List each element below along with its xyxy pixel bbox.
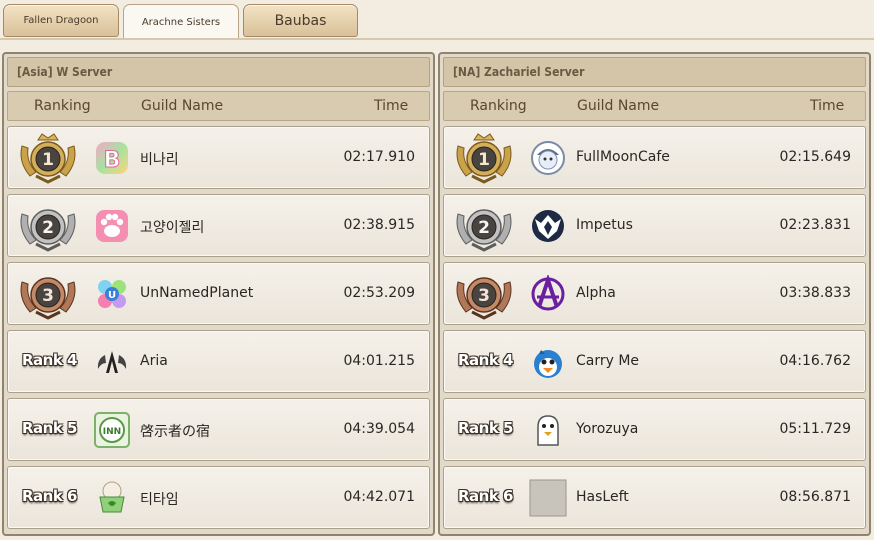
- clear-time: 04:16.762: [779, 353, 851, 369]
- time-header: Time: [374, 98, 409, 114]
- table-row: 3 Alpha 03:38.833: [443, 262, 866, 325]
- rank-number: 2: [478, 218, 490, 238]
- clear-time: 02:15.649: [779, 149, 851, 165]
- rank-number: 1: [478, 150, 490, 170]
- guild-name: 티타임: [140, 492, 179, 508]
- silver-medal-icon: 2: [452, 200, 516, 252]
- guild-name: FullMoonCafe: [576, 149, 670, 165]
- gold-medal-icon: 1: [16, 132, 80, 184]
- clear-time: 02:53.209: [343, 285, 415, 301]
- guild-name: Impetus: [576, 217, 633, 233]
- guild-name: 고양이젤리: [140, 220, 205, 236]
- tab-label: Arachne Sisters: [141, 17, 221, 28]
- penguin-icon: [529, 343, 567, 381]
- inn-emblem-text: INN: [103, 427, 121, 437]
- tab-baubas[interactable]: Baubas: [243, 4, 358, 37]
- table-row: Rank 5 Yorozuya 05:11.729: [443, 398, 866, 461]
- moon-mascot-icon: [529, 139, 567, 177]
- clear-time: 04:01.215: [343, 353, 415, 369]
- clear-time: 08:56.871: [779, 489, 851, 505]
- server-title: [NA] Zachariel Server: [443, 57, 866, 87]
- column-header: Ranking Guild Name Time: [443, 91, 866, 121]
- guild-name: HasLeft: [576, 489, 629, 505]
- rank-number: 3: [478, 286, 490, 306]
- time-header: Time: [810, 98, 845, 114]
- guild-name: 啓示者の宿: [140, 424, 210, 440]
- bronze-medal-icon: 3: [16, 268, 80, 320]
- table-row: 1 FullMoonCafe 02:15.649: [443, 126, 866, 189]
- rank-label: Rank 5: [22, 419, 78, 437]
- table-row: 2 Impetus 02:23.831: [443, 194, 866, 257]
- table-row: Rank 4 Aria 04:01.215: [7, 330, 430, 393]
- ranking-header: Ranking: [34, 98, 91, 114]
- rank-number: 1: [42, 150, 54, 170]
- clear-time: 05:11.729: [779, 421, 851, 437]
- clear-time: 02:38.915: [343, 217, 415, 233]
- rank-label: Rank 4: [22, 351, 78, 369]
- table-row: Rank 6 티타임 04:42.071: [7, 466, 430, 529]
- teacup-icon: [93, 479, 131, 517]
- ranking-header: Ranking: [470, 98, 527, 114]
- rank-label: Rank 6: [458, 487, 514, 505]
- guild-name: 비나리: [140, 152, 179, 168]
- server-panel-asia: [Asia] W Server Ranking Guild Name Time …: [2, 52, 435, 536]
- rank-label: Rank 5: [458, 419, 514, 437]
- wings-icon: [93, 343, 131, 381]
- gold-medal-icon: 1: [452, 132, 516, 184]
- letter-b-icon: B: [93, 139, 131, 177]
- clear-time: 04:42.071: [343, 489, 415, 505]
- ghost-duck-icon: [529, 411, 567, 449]
- table-row: 3 U UnNamedPlanet 02:53.209: [7, 262, 430, 325]
- rank-number: 2: [42, 218, 54, 238]
- guild-name: UnNamedPlanet: [140, 285, 254, 301]
- table-row: Rank 5 INN 啓示者の宿 04:39.054: [7, 398, 430, 461]
- tab-label: Baubas: [274, 12, 327, 29]
- tab-arachne-sisters[interactable]: Arachne Sisters: [123, 4, 239, 40]
- bronze-medal-icon: 3: [452, 268, 516, 320]
- table-row: 1 B 비나리 02:17.910: [7, 126, 430, 189]
- table-row: 2 고양이젤리 02:38.915: [7, 194, 430, 257]
- anarchy-a-icon: [529, 273, 567, 313]
- clear-time: 04:39.054: [343, 421, 415, 437]
- guild-name-header: Guild Name: [577, 98, 660, 114]
- guild-name-header: Guild Name: [141, 98, 224, 114]
- rank-label: Rank 4: [458, 351, 514, 369]
- silver-medal-icon: 2: [16, 200, 80, 252]
- phoenix-icon: [529, 207, 567, 245]
- server-panel-na: [NA] Zachariel Server Ranking Guild Name…: [438, 52, 871, 536]
- table-row: Rank 6 HasLeft 08:56.871: [443, 466, 866, 529]
- table-row: Rank 4 Carry Me 04:16.762: [443, 330, 866, 393]
- tab-fallen-dragoon[interactable]: Fallen Dragoon: [3, 4, 119, 37]
- clear-time: 02:23.831: [779, 217, 851, 233]
- inn-icon: INN: [93, 411, 131, 449]
- tab-label: Fallen Dragoon: [23, 15, 99, 26]
- svg-text:U: U: [108, 290, 116, 301]
- planet-flower-icon: U: [93, 275, 131, 313]
- guild-name: Alpha: [576, 285, 616, 301]
- column-header: Ranking Guild Name Time: [7, 91, 430, 121]
- rank-number: 3: [42, 286, 54, 306]
- svg-text:B: B: [104, 148, 121, 173]
- clear-time: 03:38.833: [779, 285, 851, 301]
- blank-emblem-icon: [529, 479, 567, 517]
- guild-name: Yorozuya: [576, 421, 639, 437]
- guild-name: Carry Me: [576, 353, 640, 369]
- rank-label: Rank 6: [22, 487, 78, 505]
- guild-tabs: Fallen Dragoon Arachne Sisters Baubas: [0, 0, 874, 40]
- guild-name: Aria: [140, 353, 168, 369]
- paw-icon: [93, 207, 131, 245]
- server-title: [Asia] W Server: [7, 57, 430, 87]
- tab-divider: [0, 38, 874, 40]
- clear-time: 02:17.910: [343, 149, 415, 165]
